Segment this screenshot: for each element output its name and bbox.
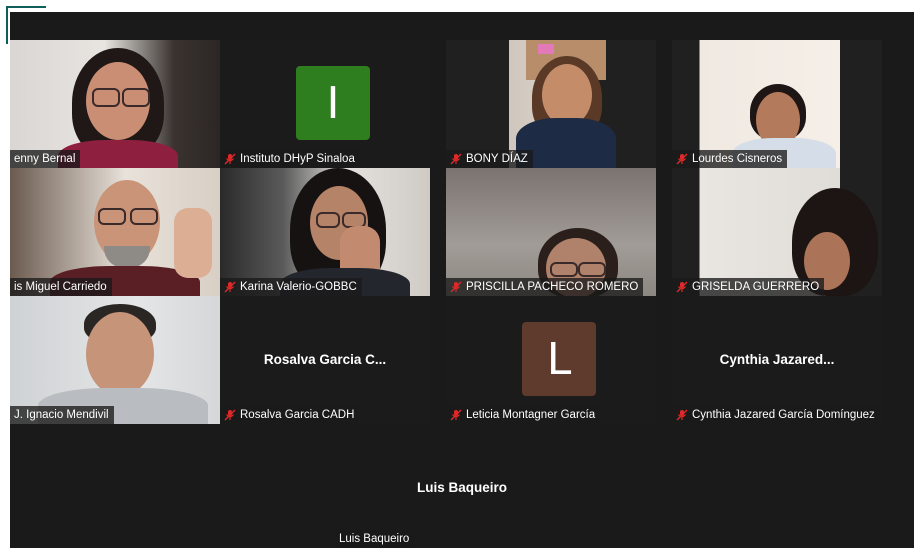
mic-muted-icon xyxy=(450,409,462,421)
participant-display-name: Rosalva Garcia C... xyxy=(263,352,387,367)
participant-name-tag: GRISELDA GUERRERO xyxy=(672,278,825,296)
video-gallery: enny Bernal I Instituto DHyP Sinaloa BON… xyxy=(10,12,914,548)
avatar-initial: L xyxy=(546,333,572,385)
participant-video xyxy=(446,40,656,168)
participant-tile[interactable]: GRISELDA GUERRERO xyxy=(672,168,882,296)
participant-name-tag: Lourdes Cisneros xyxy=(672,150,788,168)
mic-muted-icon xyxy=(224,281,236,293)
mic-muted-icon xyxy=(224,409,236,421)
participant-name-tag: is Miguel Carriedo xyxy=(10,278,112,296)
participant-name: Rosalva Garcia CADH xyxy=(240,409,355,421)
participant-name-tag: Rosalva Garcia CADH xyxy=(220,406,360,424)
participant-name: Instituto DHyP Sinaloa xyxy=(240,153,355,165)
participant-name-tag: Luis Baqueiro xyxy=(335,530,415,548)
participant-tile[interactable]: Cynthia Jazared... Cynthia Jazared Garcí… xyxy=(672,296,882,424)
participant-name: Cynthia Jazared García Domínguez xyxy=(692,409,875,421)
avatar: I xyxy=(296,66,370,140)
participant-name: enny Bernal xyxy=(14,153,76,165)
participant-name: PRISCILLA PACHECO ROMERO xyxy=(466,281,639,293)
participant-tile[interactable]: Rosalva Garcia C... Rosalva Garcia CADH xyxy=(220,296,430,424)
participant-name-tag: Karina Valerio-GOBBC xyxy=(220,278,362,296)
participant-name: is Miguel Carriedo xyxy=(14,281,107,293)
mic-muted-icon xyxy=(676,281,688,293)
participant-name: Luis Baqueiro xyxy=(339,533,410,545)
participant-video xyxy=(10,296,220,424)
participant-name-tag: BONY DÍAZ xyxy=(446,150,533,168)
participant-name-tag: Instituto DHyP Sinaloa xyxy=(220,150,360,168)
participant-tile[interactable]: is Miguel Carriedo xyxy=(10,168,220,296)
participant-name-tag: Leticia Montagner García xyxy=(446,406,601,424)
participant-name: Lourdes Cisneros xyxy=(692,153,783,165)
mic-muted-icon xyxy=(450,153,462,165)
participant-name-tag: J. Ignacio Mendivil xyxy=(10,406,114,424)
participant-tile[interactable]: enny Bernal xyxy=(10,40,220,168)
avatar-initial: I xyxy=(326,77,340,129)
participant-tile[interactable]: Luis Baqueiro Luis Baqueiro xyxy=(10,424,914,548)
participant-video xyxy=(10,40,220,168)
participant-name-tag: enny Bernal xyxy=(10,150,81,168)
participant-name: J. Ignacio Mendivil xyxy=(14,409,109,421)
participant-name-tag: Cynthia Jazared García Domínguez xyxy=(672,406,880,424)
participant-video xyxy=(672,40,882,168)
participant-tile[interactable]: I Instituto DHyP Sinaloa xyxy=(220,40,430,168)
participant-tile[interactable]: J. Ignacio Mendivil xyxy=(10,296,220,424)
participant-name: GRISELDA GUERRERO xyxy=(692,281,820,293)
participant-tile-active-speaker[interactable]: Lourdes Cisneros xyxy=(672,40,882,168)
participant-display-name: Luis Baqueiro xyxy=(416,480,507,495)
participant-tile[interactable]: BONY DÍAZ xyxy=(446,40,656,168)
participant-name: BONY DÍAZ xyxy=(466,153,528,165)
participant-name: Leticia Montagner García xyxy=(466,409,596,421)
participant-tile[interactable]: PRISCILLA PACHECO ROMERO xyxy=(446,168,656,296)
participant-name-tag: PRISCILLA PACHECO ROMERO xyxy=(446,278,644,296)
participant-tile[interactable]: Karina Valerio-GOBBC xyxy=(220,168,430,296)
participant-name: Karina Valerio-GOBBC xyxy=(240,281,357,293)
participant-display-name: Cynthia Jazared... xyxy=(719,352,835,367)
mic-muted-icon xyxy=(676,409,688,421)
mic-muted-icon xyxy=(676,153,688,165)
participant-video xyxy=(446,168,656,296)
participant-video xyxy=(10,168,220,296)
participant-video xyxy=(672,168,882,296)
mic-muted-icon xyxy=(450,281,462,293)
mic-muted-icon xyxy=(224,153,236,165)
participant-tile[interactable]: L Leticia Montagner García xyxy=(446,296,656,424)
avatar: L xyxy=(522,322,596,396)
participant-video xyxy=(220,168,430,296)
